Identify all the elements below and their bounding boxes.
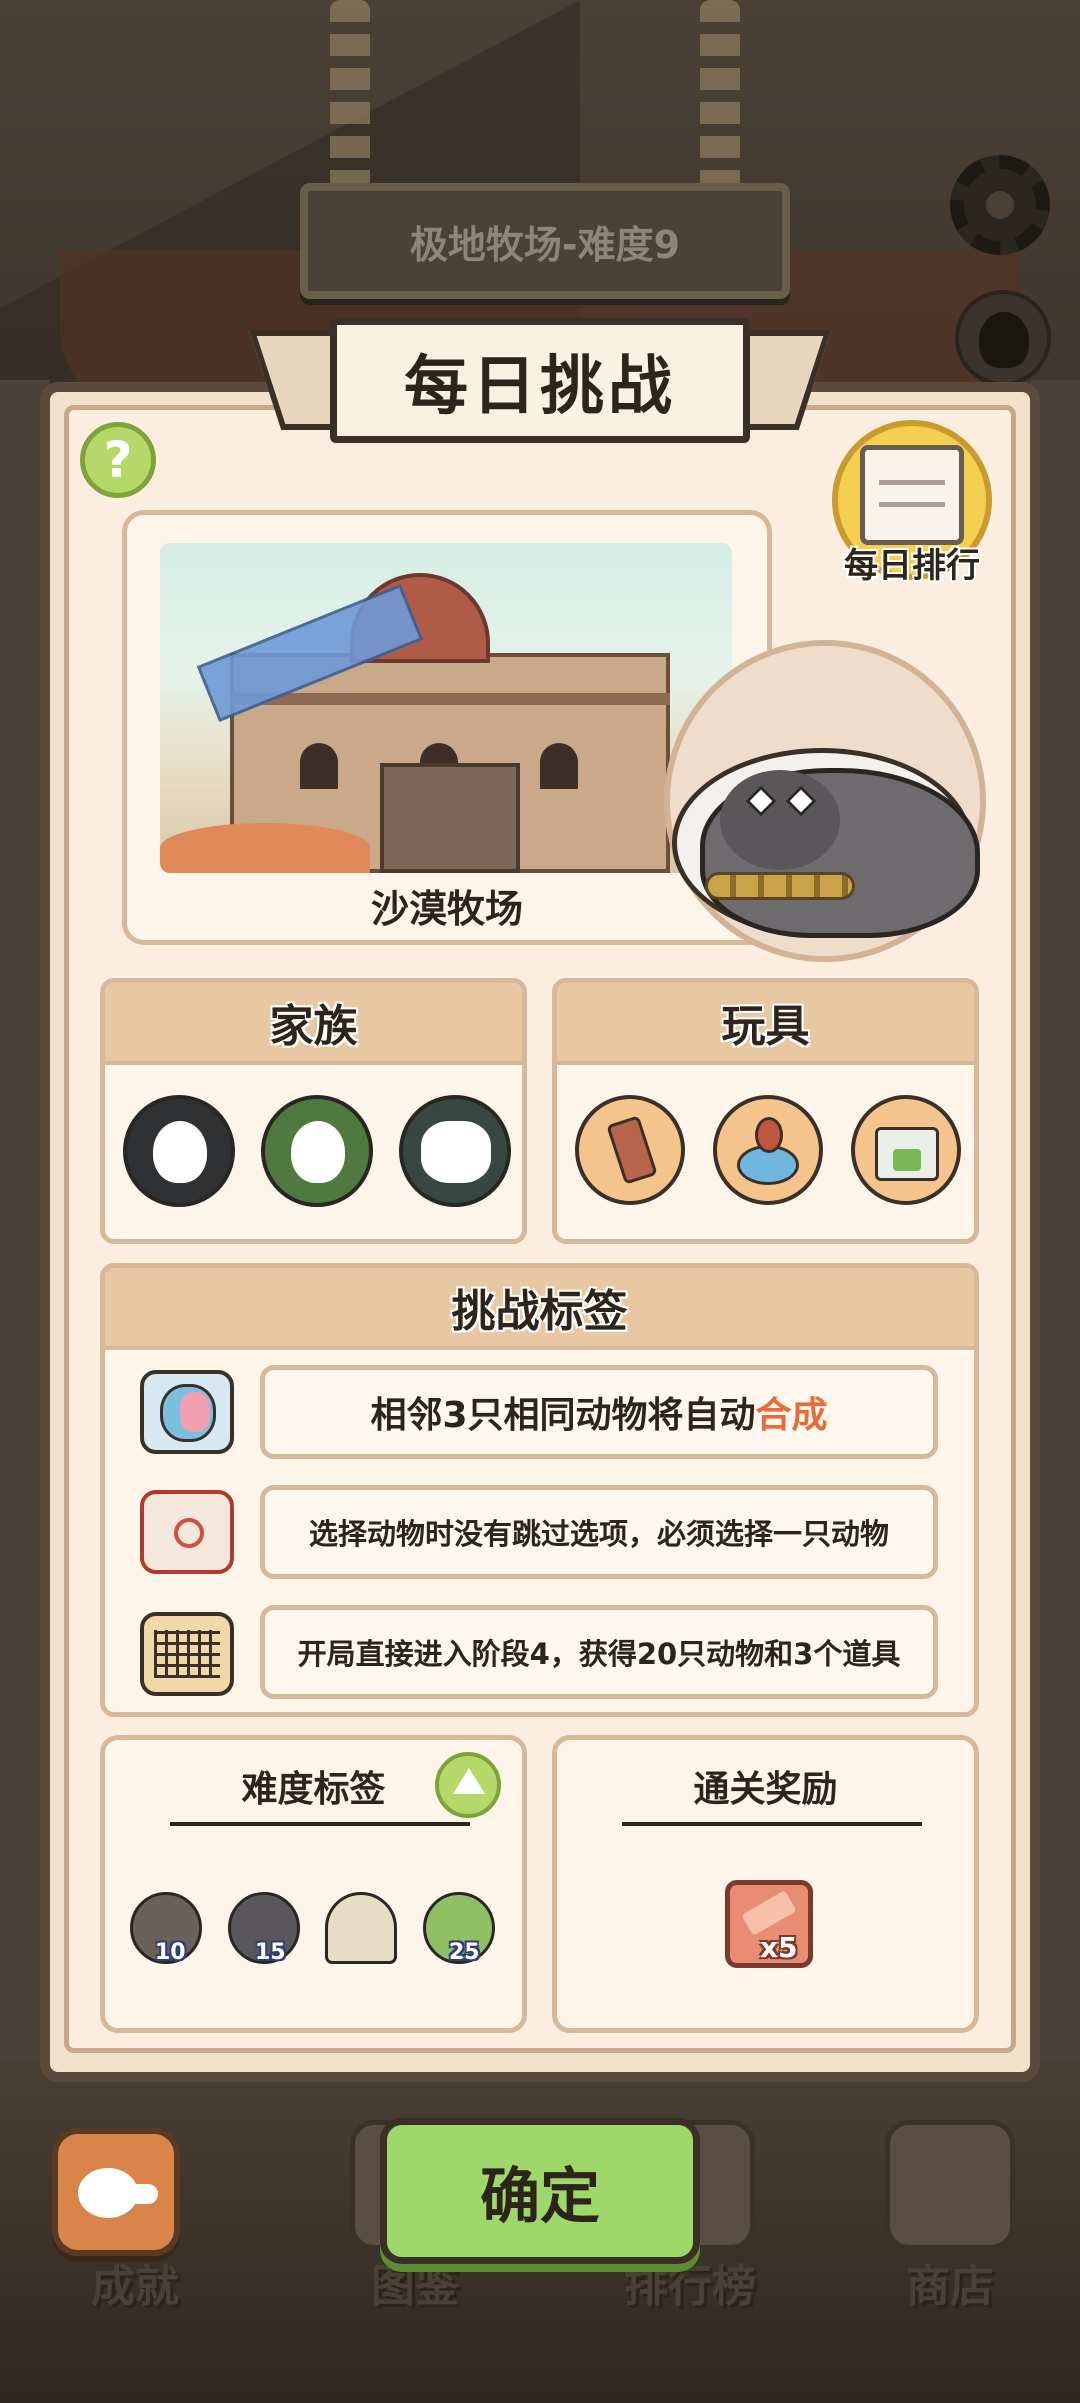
- challenge-tag-1-text: 相邻3只相同动物将自动: [370, 1395, 756, 1436]
- shop-icon: [885, 2120, 1015, 2250]
- chain-icon: [705, 872, 855, 900]
- building-gate: [380, 763, 520, 873]
- phone-toy-icon[interactable]: [575, 1095, 685, 1205]
- divider: [170, 1822, 470, 1826]
- level-sign: 极地牧场-难度9: [300, 183, 790, 299]
- raccoon-count: 10: [155, 1940, 186, 1965]
- hat-icon: [325, 1892, 397, 1964]
- daily-ranking-button[interactable]: 每日排行: [822, 420, 1002, 590]
- nav-shop-label: 商店: [906, 2261, 994, 2312]
- divider: [622, 1822, 922, 1826]
- level-sign-text: 极地牧场-难度9: [409, 222, 681, 267]
- collapse-triangle-icon[interactable]: [435, 1752, 501, 1818]
- daily-ranking-label: 每日排行: [844, 546, 980, 586]
- board-grid-icon: [140, 1612, 234, 1696]
- no-skip-scroll-icon: [140, 1490, 234, 1574]
- back-button[interactable]: [52, 2128, 180, 2256]
- family-spiky-icon[interactable]: [123, 1095, 235, 1207]
- nav-shop[interactable]: 商店: [865, 2120, 1035, 2320]
- nav-achievements-label: 成就: [91, 2261, 179, 2312]
- difficulty-tags-section: 难度标签 10 15 25: [100, 1735, 527, 2033]
- reward-count: x5: [760, 1931, 798, 1964]
- clear-reward-title: 通关奖励: [693, 1769, 838, 1810]
- challenge-tag-1: 相邻3只相同动物将自动 合成: [260, 1365, 938, 1459]
- side-avatar[interactable]: [955, 290, 1051, 386]
- bell-toy-icon[interactable]: [713, 1095, 823, 1205]
- gorilla-count: 15: [255, 1940, 286, 1965]
- map-name: 沙漠牧场: [370, 887, 523, 931]
- cactus-count: 25: [449, 1940, 480, 1965]
- help-button[interactable]: ?: [80, 422, 156, 498]
- panel-title: 每日挑战: [330, 318, 750, 443]
- merge-egg-icon: [140, 1370, 234, 1454]
- challenge-tag-2-text: 选择动物时没有跳过选项，必须选择一只动物: [308, 1517, 889, 1551]
- scroll-icon: [860, 445, 964, 545]
- challenge-tag-3-text: 开局直接进入阶段4，获得20只动物和3个道具: [297, 1637, 901, 1671]
- market-awning: [160, 823, 370, 873]
- family-title: 家族: [105, 983, 522, 1065]
- toys-title: 玩具: [557, 983, 974, 1065]
- challenge-tag-2: 选择动物时没有跳过选项，必须选择一只动物: [260, 1485, 938, 1579]
- family-round-icon[interactable]: [261, 1095, 373, 1207]
- reward-ticket-icon[interactable]: x5: [725, 1880, 813, 1968]
- boss-face: [720, 770, 840, 870]
- clear-reward-section: 通关奖励 x5: [552, 1735, 979, 2033]
- challenge-tag-1-accent: 合成: [755, 1395, 828, 1436]
- toys-section: 玩具: [552, 978, 979, 1244]
- family-cloud-icon[interactable]: [399, 1095, 511, 1207]
- challenge-tags-title: 挑战标签: [105, 1268, 974, 1350]
- settings-gear-icon[interactable]: [950, 155, 1050, 255]
- map-preview-image: [160, 543, 732, 873]
- box-toy-icon[interactable]: [851, 1095, 961, 1205]
- challenge-tag-3: 开局直接进入阶段4，获得20只动物和3个道具: [260, 1605, 938, 1699]
- family-section: 家族: [100, 978, 527, 1244]
- confirm-button[interactable]: 确定: [380, 2118, 700, 2264]
- sign-chain-right: [700, 0, 740, 190]
- sign-chain-left: [330, 0, 370, 190]
